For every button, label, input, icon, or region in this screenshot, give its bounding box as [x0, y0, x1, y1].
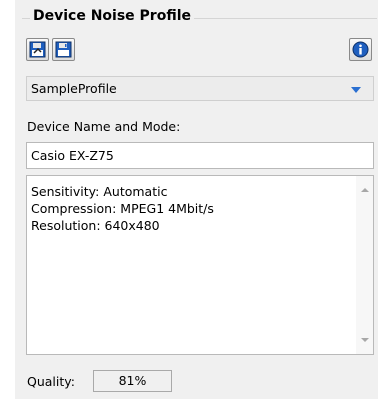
- info-button[interactable]: [349, 38, 372, 61]
- scroll-up-icon[interactable]: [361, 188, 369, 192]
- device-details-text[interactable]: Sensitivity: Automatic Compression: MPEG…: [26, 175, 374, 355]
- details-lines: Sensitivity: Automatic Compression: MPEG…: [31, 183, 214, 234]
- save-as-disk-icon: [29, 41, 46, 58]
- save-disk-icon: [55, 41, 72, 58]
- profile-selected-value: SampleProfile: [31, 81, 117, 96]
- quality-value: 81%: [93, 370, 172, 392]
- info-icon: [352, 41, 369, 58]
- quality-label: Quality:: [27, 374, 75, 389]
- detail-line: Sensitivity: Automatic: [31, 184, 168, 199]
- detail-line: Compression: MPEG1 4Mbit/s: [31, 201, 214, 216]
- save-as-button[interactable]: [26, 38, 49, 61]
- device-name-field[interactable]: Casio EX-Z75: [26, 142, 374, 169]
- profile-dropdown[interactable]: SampleProfile: [26, 76, 374, 101]
- device-name-value: Casio EX-Z75: [31, 148, 114, 163]
- scroll-down-icon[interactable]: [361, 338, 369, 342]
- save-button[interactable]: [52, 38, 75, 61]
- vertical-scrollbar[interactable]: [356, 176, 373, 354]
- group-title: Device Noise Profile: [30, 8, 194, 24]
- device-name-label: Device Name and Mode:: [27, 119, 181, 134]
- chevron-down-icon: [351, 87, 361, 93]
- detail-line: Resolution: 640x480: [31, 218, 160, 233]
